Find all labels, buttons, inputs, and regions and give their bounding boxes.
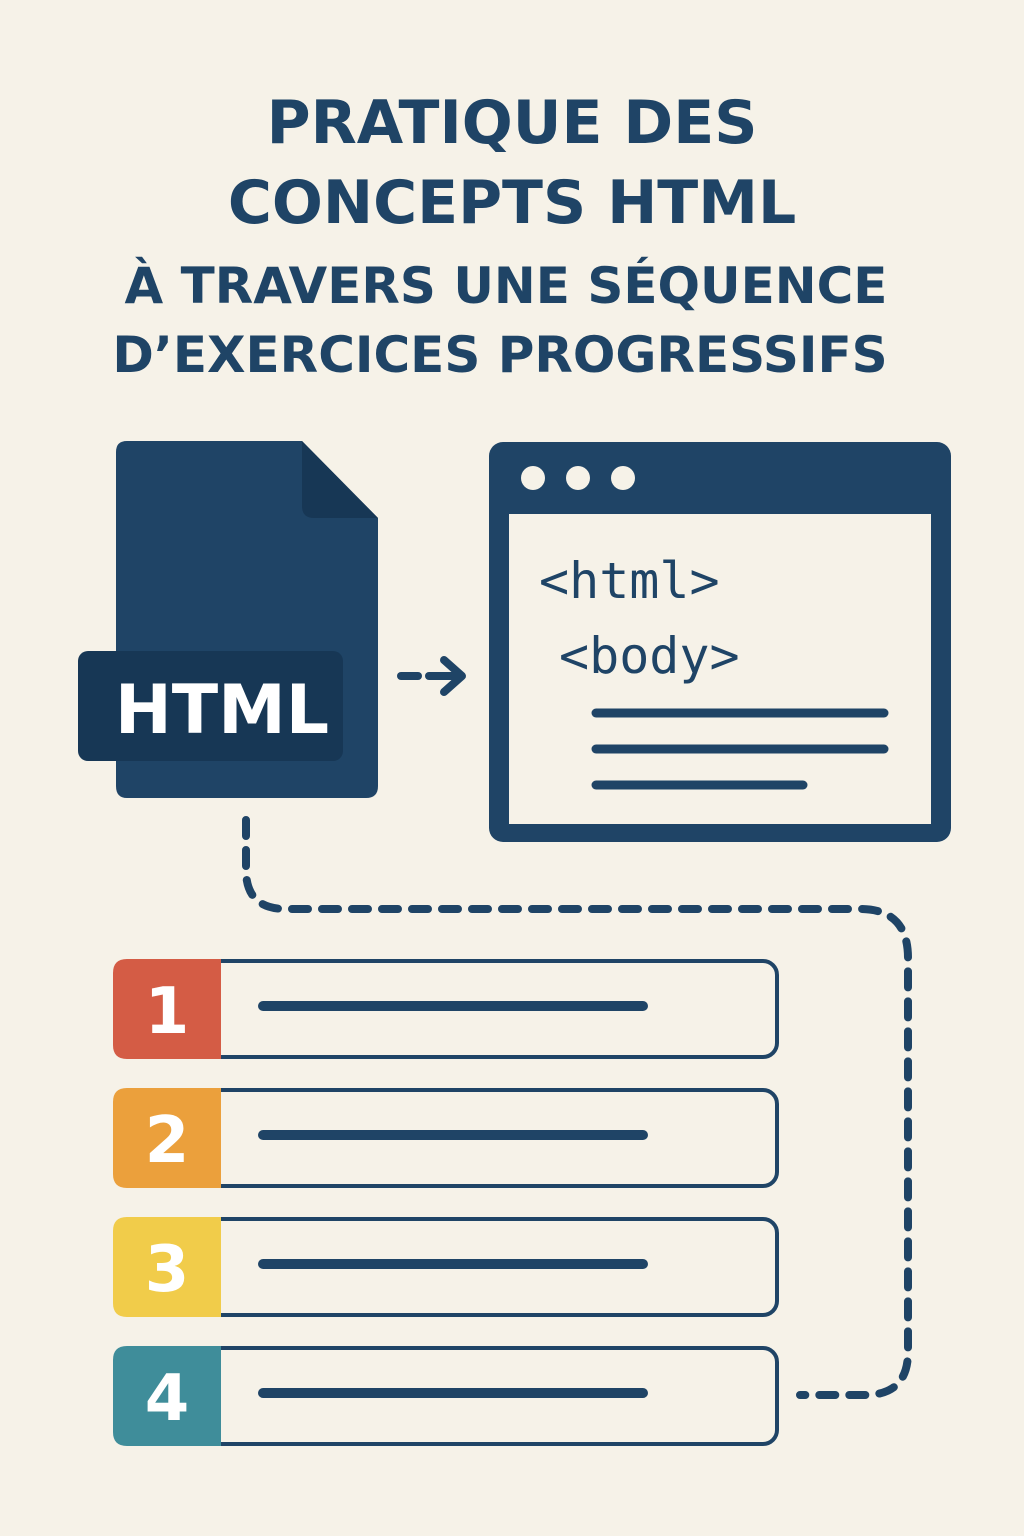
step-number: 3 — [145, 1233, 190, 1307]
code-body-tag: <body> — [559, 627, 740, 685]
step-number: 4 — [145, 1362, 190, 1436]
step-row-1: 1 — [113, 959, 779, 1059]
window-dot-1 — [521, 466, 545, 490]
step-row-3: 3 — [113, 1217, 779, 1317]
html-file-icon: HTML — [78, 441, 378, 798]
concept-diagram: HTML <html> <body> 1 2 3 4 — [78, 441, 951, 1446]
window-dot-3 — [611, 466, 635, 490]
arrow-right-icon — [397, 656, 466, 696]
html-file-label: HTML — [115, 671, 329, 750]
step-row-2: 2 — [113, 1088, 779, 1188]
steps-list: 1 2 3 4 — [113, 959, 779, 1446]
step-number: 1 — [145, 975, 190, 1049]
step-number: 2 — [145, 1104, 190, 1178]
window-dot-2 — [566, 466, 590, 490]
step-row-4: 4 — [113, 1346, 779, 1446]
browser-window-icon: <html> <body> — [489, 442, 951, 842]
code-html-tag: <html> — [539, 552, 720, 610]
